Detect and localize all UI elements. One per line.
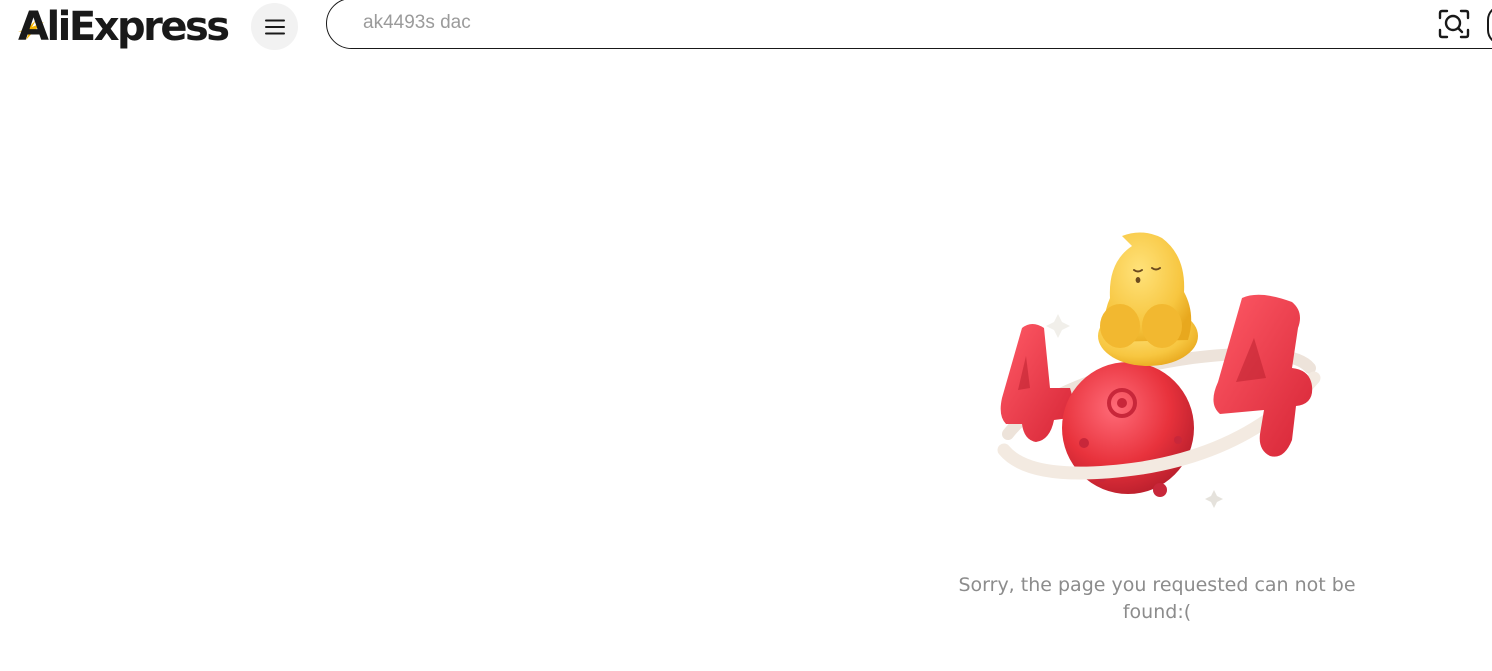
search-input[interactable] [363, 9, 1363, 37]
header: AliExpress [0, 0, 1492, 56]
menu-button[interactable] [251, 3, 298, 50]
digit-four-right [1213, 294, 1313, 457]
error-message: Sorry, the page you requested can not be… [958, 574, 1356, 623]
image-search-camera-icon[interactable] [1438, 9, 1470, 39]
search-bar [326, 0, 1492, 49]
hamburger-menu-icon [264, 19, 285, 34]
page: AliExpress ak4493s dac Sorry, the page y… [0, 0, 1492, 671]
aliexpress-logo[interactable]: AliExpress [16, 2, 242, 52]
yellow-mascot [1098, 232, 1198, 366]
logo-wordmark: AliExpress [18, 4, 230, 50]
404-planet-mascot-illustration [997, 232, 1321, 508]
